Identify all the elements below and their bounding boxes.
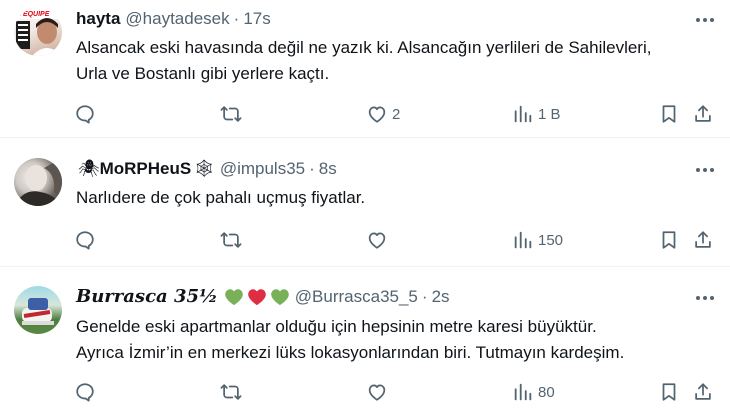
red-heart-icon [247, 288, 266, 305]
tweet-text: Genelde eski apartmanlar olduğu için hep… [76, 314, 716, 366]
avatar-image: L'ÉQUIPE [14, 8, 62, 56]
retweet-button[interactable] [220, 379, 242, 405]
display-name[interactable]: Burrasca 35½ [76, 286, 218, 307]
reply-icon [76, 383, 94, 402]
retweet-icon [220, 106, 242, 122]
timestamp[interactable]: 2s [432, 287, 450, 307]
tweet-3[interactable]: Burrasca 35½ @Burrasca35_5 · 2s Genelde … [0, 266, 730, 420]
separator-dot: · [421, 286, 428, 306]
avatar-image [22, 298, 54, 325]
tweet-text-line: Genelde eski apartmanlar olduğu için hep… [76, 317, 597, 336]
tweet-text-line: Urla ve Bostanlı gibi yerlere kaçtı. [76, 64, 330, 83]
tweet-text: Narlıdere de çok pahalı uçmuş fiyatlar. [76, 185, 716, 211]
views-icon [514, 231, 532, 249]
tweet-actions: 150 [74, 227, 724, 253]
heart-icon [368, 106, 386, 123]
share-icon [695, 231, 711, 248]
tweet-header: 🕷 MoRPHeuS 🕸 @impuls35 · 8s [76, 159, 337, 179]
more-options-icon[interactable] [694, 10, 716, 30]
tweet-header: Burrasca 35½ @Burrasca35_5 · 2s [76, 286, 450, 307]
user-handle[interactable]: @Burrasca35_5 [295, 287, 418, 307]
share-button[interactable] [692, 379, 714, 405]
display-name[interactable]: hayta [76, 9, 120, 29]
separator-dot: · [233, 9, 240, 28]
tweet-header: hayta @haytadesek · 17s [76, 9, 271, 29]
timestamp[interactable]: 17s [243, 9, 270, 29]
views-count: 80 [538, 383, 555, 401]
views-button[interactable]: 1 B [512, 101, 561, 127]
reply-button[interactable] [74, 101, 96, 127]
tweet-actions: 80 [74, 379, 724, 405]
bookmark-button[interactable] [658, 379, 680, 405]
retweet-icon [220, 232, 242, 248]
more-options-icon[interactable] [694, 160, 716, 180]
bookmark-icon [662, 383, 676, 401]
avatar[interactable] [14, 286, 62, 334]
like-button[interactable] [366, 227, 392, 253]
user-handle[interactable]: @impuls35 [220, 159, 305, 179]
separator-dot: · [309, 159, 315, 178]
tweet-text: Alsancak eski havasında değil ne yazık k… [76, 35, 716, 87]
avatar-image [14, 158, 62, 206]
bookmark-button[interactable] [658, 101, 680, 127]
share-icon [695, 383, 711, 400]
spider-icon: 🕷 [78, 159, 100, 179]
views-icon [514, 383, 532, 401]
retweet-button[interactable] [220, 227, 242, 253]
display-name[interactable]: MoRPHeuS [100, 159, 192, 179]
timestamp[interactable]: 8s [319, 159, 337, 179]
share-button[interactable] [692, 227, 714, 253]
avatar[interactable] [14, 158, 62, 206]
user-handle[interactable]: @haytadesek [125, 9, 229, 29]
views-button[interactable]: 150 [512, 227, 563, 253]
tweet-text-line: Ayrıca İzmir’in en merkezi lüks lokasyon… [76, 343, 625, 362]
bookmark-icon [662, 105, 676, 123]
share-button[interactable] [692, 101, 714, 127]
share-icon [695, 105, 711, 122]
name-hearts [224, 288, 290, 306]
green-heart-icon [270, 288, 289, 305]
reply-icon [76, 231, 94, 250]
bookmark-icon [662, 231, 676, 249]
tweet-text-line: Alsancak eski havasında değil ne yazık k… [76, 38, 652, 57]
views-count: 150 [538, 231, 564, 249]
reply-button[interactable] [74, 379, 96, 405]
spider-web-icon: 🕸 [193, 159, 215, 179]
avatar[interactable]: L'ÉQUIPE [14, 8, 62, 56]
reply-button[interactable] [74, 227, 96, 253]
retweet-icon [220, 384, 242, 400]
views-button[interactable]: 80 [512, 379, 555, 405]
tweet-1[interactable]: L'ÉQUIPE hayta @haytadesek · 17s Alsanca… [0, 0, 730, 138]
heart-icon [368, 232, 386, 249]
heart-icon [368, 384, 386, 401]
green-heart-icon [224, 288, 243, 305]
tweet-actions: 2 1 B [74, 101, 724, 127]
avatar-logo-text: L'ÉQUIPE [17, 9, 50, 18]
reply-icon [76, 105, 94, 124]
bookmark-button[interactable] [658, 227, 680, 253]
tweet-text-line: Narlıdere de çok pahalı uçmuş fiyatlar. [76, 188, 366, 207]
views-icon [514, 105, 532, 123]
like-button[interactable] [366, 379, 392, 405]
tweet-2[interactable]: 🕷 MoRPHeuS 🕸 @impuls35 · 8s Narlıdere de… [0, 138, 730, 266]
like-count: 2 [392, 105, 401, 123]
like-button[interactable]: 2 [366, 101, 400, 127]
views-count: 1 B [538, 105, 561, 123]
more-options-icon[interactable] [694, 288, 716, 308]
retweet-button[interactable] [220, 101, 242, 127]
